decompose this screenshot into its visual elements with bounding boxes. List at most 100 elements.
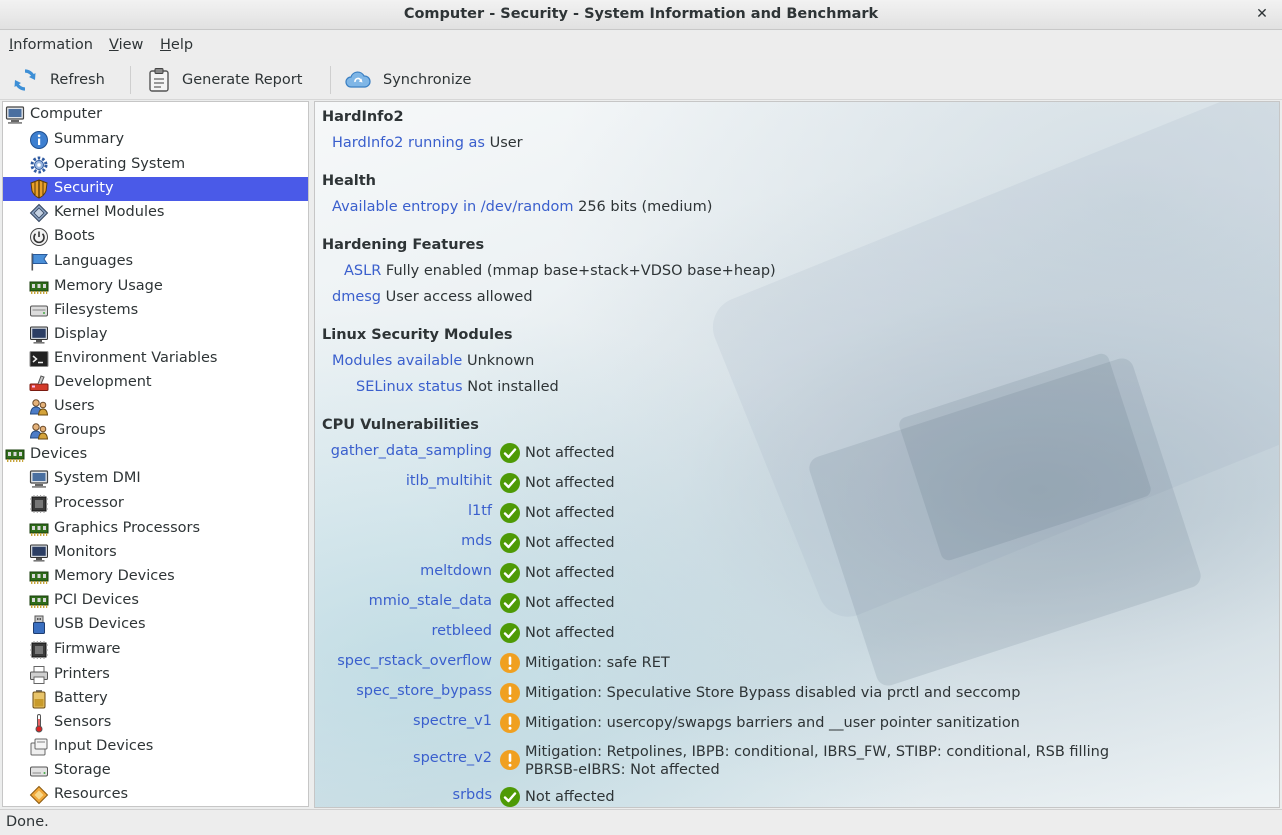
toolbar: Refresh Generate Report Synchronize xyxy=(0,60,1282,100)
status-bar: Done. xyxy=(0,809,1282,835)
sidebar-item-users[interactable]: Users xyxy=(3,395,308,419)
vulnerability-name: mmio_stale_data xyxy=(368,593,492,609)
sidebar-item-label: Firmware xyxy=(54,641,121,657)
vulnerability-status-line: Mitigation: usercopy/swapgs barriers and… xyxy=(525,715,1020,731)
row-modules-available: Modules available Unknown xyxy=(332,353,534,369)
sidebar-item-label: System DMI xyxy=(54,470,141,486)
sidebar-item-label: Groups xyxy=(54,422,106,438)
sidebar-item-label: Memory Devices xyxy=(54,568,175,584)
vulnerability-name: spectre_v1 xyxy=(413,713,492,729)
sidebar-item-label: Environment Variables xyxy=(54,350,218,366)
refresh-button[interactable]: Refresh xyxy=(12,64,105,96)
sidebar-item-development[interactable]: Development xyxy=(3,371,308,395)
chip-icon xyxy=(29,640,49,660)
check-icon xyxy=(499,562,521,584)
module-icon xyxy=(29,203,49,223)
sidebar-item-processor[interactable]: Processor xyxy=(3,492,308,516)
sidebar-item-usb-devices[interactable]: USB Devices xyxy=(3,613,308,637)
gpu-icon xyxy=(29,519,49,539)
section-title-hardening: Hardening Features xyxy=(322,237,485,253)
sidebar-item-kernel-modules[interactable]: Kernel Modules xyxy=(3,201,308,225)
power-icon xyxy=(29,227,49,247)
menu-help[interactable]: Help xyxy=(160,37,193,53)
sidebar-tree[interactable]: Computer Devices Summary Operating System Se… xyxy=(2,101,309,807)
sidebar-item-environment-variables[interactable]: Environment Variables xyxy=(3,347,308,371)
sidebar-item-boots[interactable]: Boots xyxy=(3,225,308,249)
vulnerability-name: mds xyxy=(461,533,492,549)
section-title-cpu-vulnerabilities: CPU Vulnerabilities xyxy=(322,417,479,433)
sidebar-item-input-devices[interactable]: Input Devices xyxy=(3,735,308,759)
vulnerability-status-text: Not affected xyxy=(525,594,615,612)
flag-icon xyxy=(29,252,49,272)
check-icon xyxy=(499,786,521,807)
row-value: Fully enabled (mmap base+stack+VDSO base… xyxy=(385,263,776,279)
computer-icon xyxy=(5,105,25,125)
devices-icon xyxy=(5,445,25,465)
section-title-hardinfo: HardInfo2 xyxy=(322,109,404,125)
sidebar-item-filesystems[interactable]: Filesystems xyxy=(3,299,308,323)
row-hardinfo-running-as: HardInfo2 running as User xyxy=(332,135,523,151)
sidebar-item-graphics-processors[interactable]: Graphics Processors xyxy=(3,517,308,541)
battery-icon xyxy=(29,689,49,709)
vulnerability-status-text: Mitigation: usercopy/swapgs barriers and… xyxy=(525,714,1020,732)
sidebar-item-storage[interactable]: Storage xyxy=(3,759,308,783)
vulnerability-status-line: Not affected xyxy=(525,535,615,551)
vulnerability-status-text: Mitigation: Retpolines, IBPB: conditiona… xyxy=(525,743,1109,779)
thermometer-icon xyxy=(29,713,49,733)
sidebar-item-label: Users xyxy=(54,398,95,414)
vulnerability-name: meltdown xyxy=(420,563,492,579)
vulnerability-name: itlb_multihit xyxy=(405,473,492,489)
sidebar-item-sensors[interactable]: Sensors xyxy=(3,711,308,735)
sidebar-item-languages[interactable]: Languages xyxy=(3,250,308,274)
sidebar-item-memory-devices[interactable]: Memory Devices xyxy=(3,565,308,589)
menu-view-mnemonic: V xyxy=(109,37,119,53)
menu-help-mnemonic: H xyxy=(160,37,171,53)
menu-information-label: nformation xyxy=(13,37,93,53)
sidebar-item-label: Graphics Processors xyxy=(54,520,201,536)
cloud-sync-icon xyxy=(345,71,371,88)
sidebar-item-firmware[interactable]: Firmware xyxy=(3,638,308,662)
resources-icon xyxy=(29,785,49,805)
sidebar-item-monitors[interactable]: Monitors xyxy=(3,541,308,565)
menu-view[interactable]: View xyxy=(109,37,143,53)
warning-icon xyxy=(499,682,521,704)
vulnerability-status-text: Not affected xyxy=(525,624,615,642)
synchronize-button[interactable]: Synchronize xyxy=(345,64,471,96)
toolbar-separator xyxy=(130,66,131,94)
row-value: Unknown xyxy=(466,353,535,369)
sidebar-item-label: Boots xyxy=(54,228,95,244)
sidebar-item-label: Memory Usage xyxy=(54,278,163,294)
check-icon xyxy=(499,442,521,464)
vulnerability-status-line: Mitigation: Speculative Store Bypass dis… xyxy=(525,685,1021,701)
sidebar-group-devices[interactable]: Devices xyxy=(3,443,308,467)
row-key: Modules available xyxy=(332,353,463,369)
vulnerability-status-line: Mitigation: Retpolines, IBPB: conditiona… xyxy=(525,744,1110,760)
sidebar-item-summary[interactable]: Summary xyxy=(3,128,308,152)
sidebar-item-memory-usage[interactable]: Memory Usage xyxy=(3,275,308,299)
check-icon xyxy=(499,472,521,494)
sidebar-item-label: PCI Devices xyxy=(54,592,139,608)
row-key: ASLR xyxy=(344,263,382,279)
refresh-icon xyxy=(14,69,36,91)
row-key: HardInfo2 running as xyxy=(332,135,485,151)
sidebar-group-computer[interactable]: Computer xyxy=(3,103,308,127)
sidebar-item-pci-devices[interactable]: PCI Devices xyxy=(3,589,308,613)
generate-report-button[interactable]: Generate Report xyxy=(148,64,302,96)
menu-bar: Information View Help xyxy=(0,31,1282,59)
sidebar-item-printers[interactable]: Printers xyxy=(3,663,308,687)
sidebar-item-resources[interactable]: Resources xyxy=(3,783,308,806)
close-button[interactable]: ✕ xyxy=(1252,4,1272,24)
gear-icon xyxy=(29,155,49,175)
sidebar-item-display[interactable]: Display xyxy=(3,323,308,347)
sidebar-item-battery[interactable]: Battery xyxy=(3,687,308,711)
menu-information[interactable]: Information xyxy=(9,37,93,53)
sidebar-item-groups[interactable]: Groups xyxy=(3,419,308,443)
sidebar-item-system-dmi[interactable]: System DMI xyxy=(3,467,308,491)
storage-icon xyxy=(29,761,49,781)
row-available-entropy: Available entropy in /dev/random 256 bit… xyxy=(332,199,712,215)
sidebar-item-security[interactable]: Security xyxy=(3,177,308,201)
vulnerability-name: retbleed xyxy=(431,623,492,639)
vulnerability-name: spec_store_bypass xyxy=(356,683,492,699)
vulnerability-status-line: Not affected xyxy=(525,595,615,611)
sidebar-item-operating-system[interactable]: Operating System xyxy=(3,153,308,177)
